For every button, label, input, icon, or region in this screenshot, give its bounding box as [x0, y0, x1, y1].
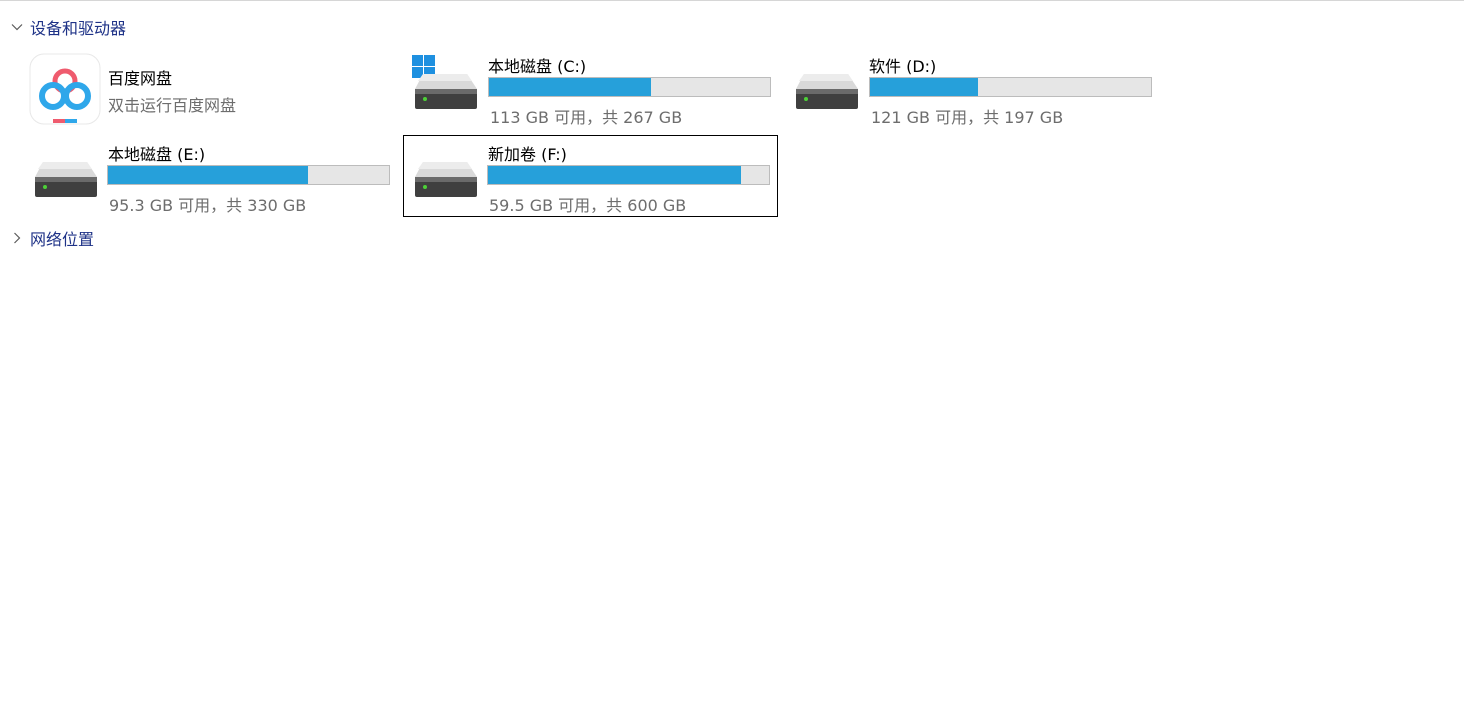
drive-usage-bar-d	[869, 77, 1152, 97]
drive-usage-bar-e	[107, 165, 390, 185]
baidu-netdisk-icon	[29, 53, 101, 125]
drive-tile-c[interactable]: 本地磁盘 (C:) 113 GB 可用，共 267 GB	[404, 48, 778, 128]
app-subtitle: 双击运行百度网盘	[108, 96, 237, 115]
group-header-network[interactable]: 网络位置	[10, 227, 94, 249]
drive-usage-fill-e	[108, 166, 308, 184]
group-header-devices[interactable]: 设备和驱动器	[10, 16, 126, 38]
drive-usage-fill-c	[489, 78, 652, 96]
drive-usage-fill-f	[488, 166, 742, 184]
drive-usage-bar-f	[487, 165, 770, 185]
drive-tile-f[interactable]: 新加卷 (F:) 59.5 GB 可用，共 600 GB	[403, 135, 778, 217]
group-label-devices: 设备和驱动器	[30, 19, 127, 38]
system-drive-icon	[409, 53, 481, 125]
chevron-right-icon[interactable]	[10, 231, 24, 245]
drive-usage-text-c: 113 GB 可用，共 267 GB	[490, 108, 683, 127]
drive-usage-text-e: 95.3 GB 可用，共 330 GB	[109, 196, 307, 215]
drive-name-e: 本地磁盘 (E:)	[108, 145, 206, 164]
hard-drive-icon	[790, 53, 862, 125]
drive-usage-text-d: 121 GB 可用，共 197 GB	[871, 108, 1064, 127]
drive-usage-bar-c	[488, 77, 771, 97]
drive-name-d: 软件 (D:)	[869, 57, 937, 76]
hard-drive-icon	[29, 141, 101, 213]
drive-usage-fill-d	[870, 78, 979, 96]
top-divider	[0, 0, 1464, 1]
app-name: 百度网盘	[108, 69, 173, 88]
chevron-down-icon[interactable]	[10, 20, 24, 34]
drive-tile-e[interactable]: 本地磁盘 (E:) 95.3 GB 可用，共 330 GB	[24, 136, 396, 216]
drive-usage-text-f: 59.5 GB 可用，共 600 GB	[489, 196, 687, 215]
drive-name-f: 新加卷 (F:)	[488, 145, 567, 164]
app-tile-baidu-netdisk[interactable]: 百度网盘 双击运行百度网盘	[24, 48, 396, 128]
hard-drive-icon	[409, 141, 481, 213]
group-label-network: 网络位置	[30, 230, 95, 249]
drive-tile-d[interactable]: 软件 (D:) 121 GB 可用，共 197 GB	[785, 48, 1159, 128]
drive-name-c: 本地磁盘 (C:)	[488, 57, 587, 76]
